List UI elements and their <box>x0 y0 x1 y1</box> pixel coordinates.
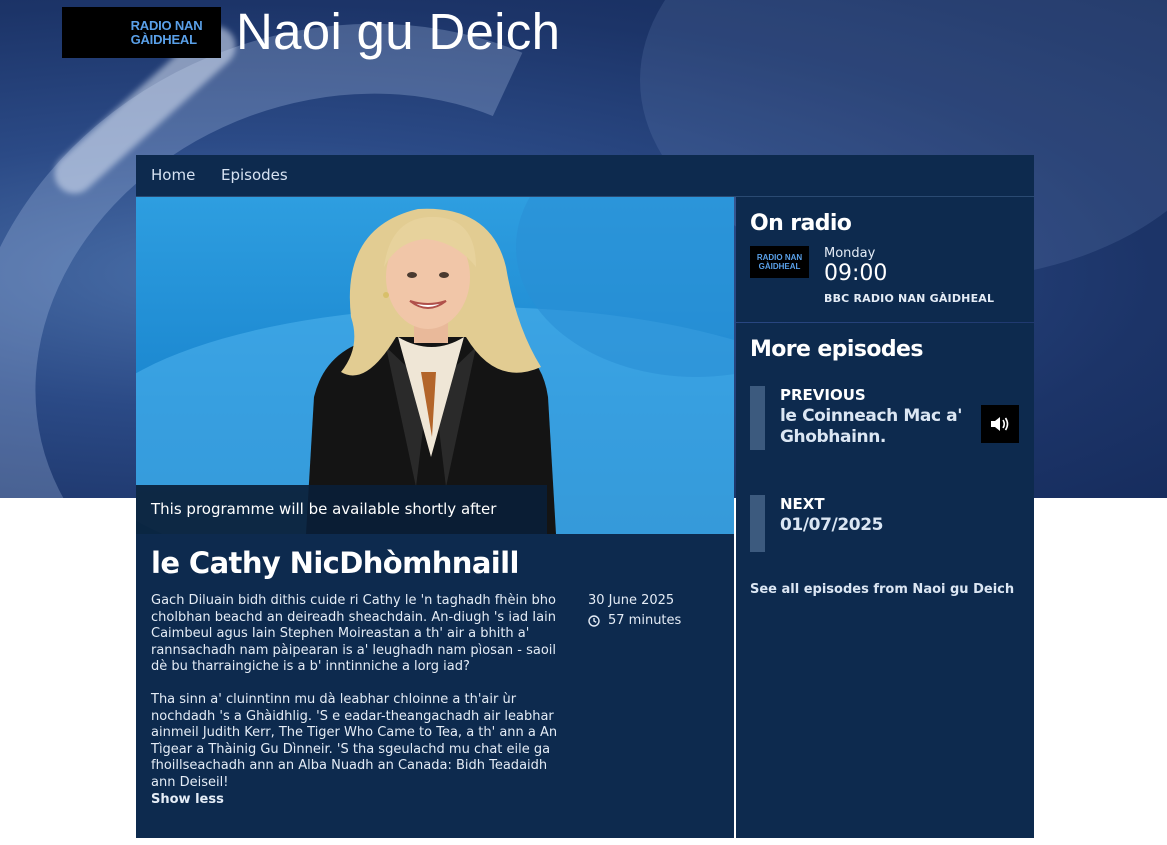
station-logo[interactable]: RADIO NAN GÀIDHEAL <box>750 246 809 278</box>
more-episodes-heading: More episodes <box>750 337 923 362</box>
description-paragraph-2: Tha sinn a' cluinntinn mu dà leabhar chl… <box>151 691 558 790</box>
previous-label: PREVIOUS <box>780 386 866 404</box>
presenter-portrait <box>306 208 556 534</box>
on-radio-panel: On radio RADIO NAN GÀIDHEAL Monday 09:00… <box>736 197 1034 322</box>
previous-title-line-1: le Coinneach Mac a' <box>780 406 963 426</box>
presenter-image <box>136 197 734 534</box>
episode-description: Gach Diluain bidh dithis cuide ri Cathy … <box>151 593 571 808</box>
next-episode-date[interactable]: 01/07/2025 <box>780 515 883 536</box>
see-all-episodes-link[interactable]: See all episodes from Naoi gu Deich <box>750 582 1014 597</box>
play-audio-button[interactable] <box>981 405 1019 443</box>
next-episode-bar <box>750 495 765 552</box>
show-less-link[interactable]: Show less <box>151 792 224 807</box>
programme-nav: Home Episodes <box>136 155 1034 197</box>
episode-details: le Cathy NicDhòmhnaill Gach Diluain bidh… <box>136 534 734 838</box>
next-label: NEXT <box>780 495 825 513</box>
previous-episode-bar <box>750 386 765 450</box>
broadcast-date: 30 June 2025 <box>588 593 675 608</box>
station-name[interactable]: BBC RADIO NAN GÀIDHEAL <box>824 292 994 305</box>
logo-line-2: GÀIDHEAL <box>130 31 197 47</box>
broadcast-day: Monday <box>824 246 876 261</box>
radio-nan-gaidheal-logo[interactable]: RADIO NAN GÀIDHEAL <box>62 7 221 58</box>
programme-brand-title[interactable]: Naoi gu Deich <box>236 2 560 61</box>
mini-logo-line-2: GÀIDHEAL <box>758 262 801 271</box>
mini-logo-line-1: RADIO NAN <box>756 253 803 262</box>
previous-episode-title[interactable]: le Coinneach Mac a' Ghobhainn. <box>780 406 962 448</box>
speaker-icon <box>991 417 1009 431</box>
nav-episodes[interactable]: Episodes <box>221 155 288 196</box>
broadcast-time: 09:00 <box>824 261 888 286</box>
episode-title: le Cathy NicDhòmhnaill <box>151 546 519 580</box>
nav-home[interactable]: Home <box>151 155 195 196</box>
availability-notice: This programme will be available shortly… <box>136 485 547 567</box>
description-paragraph-1: Gach Diluain bidh dithis cuide ri Cathy … <box>151 593 557 675</box>
clock-icon <box>588 614 600 627</box>
on-radio-heading: On radio <box>750 211 852 236</box>
episode-duration: 57 minutes <box>588 613 681 628</box>
more-episodes-panel: More episodes PREVIOUS le Coinneach Mac … <box>736 323 1034 838</box>
previous-title-line-2: Ghobhainn. <box>780 427 886 447</box>
logo-line-1: RADIO NAN <box>130 17 203 33</box>
duration-text: 57 minutes <box>608 613 682 628</box>
